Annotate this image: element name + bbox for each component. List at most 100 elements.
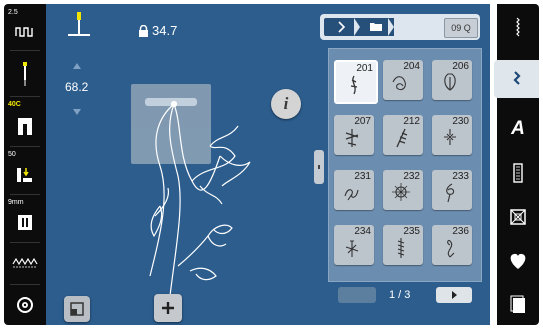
stitch-category-icon [338, 18, 360, 36]
memory-icon [510, 295, 525, 313]
stitch-pattern-icon [350, 75, 358, 95]
bobbin-control[interactable] [4, 288, 46, 322]
stitch-cell[interactable]: 207 [334, 115, 374, 155]
presser-foot-icon [18, 118, 32, 135]
stitch-search-button[interactable]: 09 Q [444, 18, 478, 38]
stitch-number: 233 [452, 171, 469, 182]
add-button[interactable] [154, 294, 182, 322]
quilt-icon [510, 209, 526, 225]
next-page-button[interactable] [436, 287, 472, 303]
stitch-number: 234 [354, 226, 371, 237]
stitch-pattern-icon [397, 238, 405, 258]
stitch-number: 212 [403, 116, 420, 127]
stitch-number: 207 [354, 116, 371, 127]
decrease-arrow-icon[interactable] [72, 108, 82, 116]
increase-arrow-icon[interactable] [72, 62, 82, 70]
right-toolbar: A [494, 4, 539, 325]
stitch-cell[interactable]: 233 [432, 170, 472, 210]
layout-icon [70, 302, 84, 316]
breadcrumb-folder[interactable] [360, 18, 394, 36]
floral-stitch-preview [149, 100, 251, 297]
feed-dog-icon [18, 215, 32, 230]
stitch-number: 230 [452, 116, 469, 127]
stitch-cell[interactable]: 235 [383, 225, 423, 265]
stitch-pattern-control[interactable] [4, 246, 46, 280]
breadcrumb-stitch-category[interactable] [324, 18, 360, 36]
stitch-cell[interactable]: 232 [383, 170, 423, 210]
stitch-number: 206 [452, 61, 469, 72]
stitch-number: 236 [452, 226, 469, 237]
buttonholes-tab[interactable] [497, 154, 539, 192]
stitch-length-value: 9mm [8, 199, 24, 206]
lock-icon [139, 25, 148, 37]
folder-icon [370, 18, 394, 36]
alphabet-icon: A [511, 118, 525, 139]
stitch-pattern-icon [392, 183, 410, 201]
stitch-width-icon [15, 27, 33, 37]
stitch-length-control[interactable]: 9mm [4, 198, 46, 238]
grip-icon [318, 165, 320, 169]
zigzag-stitch-icon [12, 257, 38, 268]
lock-value: 34.7 [152, 23, 178, 38]
divider [10, 284, 40, 285]
breadcrumb: 09 Q [320, 14, 480, 40]
needle-position-value: 68.2 [65, 80, 89, 94]
divider [10, 50, 40, 51]
personal-memory-tab[interactable] [497, 286, 539, 324]
stitch-cell[interactable]: 204 [383, 60, 423, 100]
stitch-pattern-icon [446, 183, 455, 203]
foot-pressure-value: 50 [8, 151, 16, 158]
stitch-pattern-icon [345, 129, 359, 147]
presser-foot-control[interactable]: 40C [4, 100, 46, 142]
divider [10, 242, 40, 243]
panel-splitter-handle[interactable] [314, 150, 324, 184]
stitch-cell[interactable]: 236 [432, 225, 472, 265]
stitch-number: 204 [403, 61, 420, 72]
favorites-tab[interactable] [497, 242, 539, 280]
info-button[interactable]: i [271, 89, 301, 119]
stitch-number: 235 [403, 226, 420, 237]
stitch-number: 201 [356, 63, 373, 74]
stitch-cell[interactable]: 230 [432, 115, 472, 155]
sewing-screen: 2.5 40C 50 9mm 34.7 68.2 i 09 Q 201 204 … [0, 0, 543, 329]
stitch-number: 232 [403, 171, 420, 182]
arrow-right-icon [452, 291, 457, 299]
stitch-cell[interactable]: 212 [383, 115, 423, 155]
stitch-number: 231 [354, 171, 371, 182]
needle-position-icon[interactable] [64, 10, 94, 40]
needle-control[interactable] [4, 54, 46, 92]
stitch-pattern-icon [447, 239, 455, 258]
decorative-stitches-tab[interactable] [494, 60, 539, 98]
stitch-cell[interactable]: 234 [334, 225, 374, 265]
previous-page-button[interactable] [338, 287, 376, 303]
stitch-cell[interactable]: 206 [432, 60, 472, 100]
presser-foot-label: 40C [8, 101, 21, 108]
stitch-pattern-icon [444, 73, 456, 91]
foot-pressure-icon [17, 168, 32, 182]
buttonhole-icon [513, 163, 523, 183]
left-toolbar: 2.5 40C 50 9mm [4, 4, 46, 325]
needle-icon [23, 62, 27, 86]
alphabets-tab[interactable]: A [497, 108, 539, 146]
stitch-width-control[interactable]: 2.5 [4, 8, 46, 46]
page-indicator: 1 / 3 [389, 289, 411, 301]
decorative-stitch-icon [513, 71, 521, 85]
stitch-pattern-icon [396, 128, 408, 148]
bobbin-icon [17, 297, 33, 313]
stitch-width-value: 2.5 [8, 9, 18, 16]
stitch-pattern-icon [444, 129, 456, 145]
quilt-stitches-tab[interactable] [497, 198, 539, 236]
practical-stitches-tab[interactable] [497, 10, 539, 48]
divider [10, 96, 40, 97]
stitch-pattern-icon [344, 189, 359, 201]
heart-icon [510, 253, 526, 269]
straight-stitch-icon [516, 17, 520, 37]
foot-pressure-control[interactable]: 50 [4, 150, 46, 190]
divider [10, 194, 40, 195]
plus-icon [162, 302, 174, 314]
stitch-cell[interactable]: 231 [334, 170, 374, 210]
layout-button[interactable] [64, 296, 90, 322]
divider [10, 146, 40, 147]
stitch-pattern-icon [392, 76, 406, 91]
stitch-cell[interactable]: 201 [334, 60, 378, 104]
